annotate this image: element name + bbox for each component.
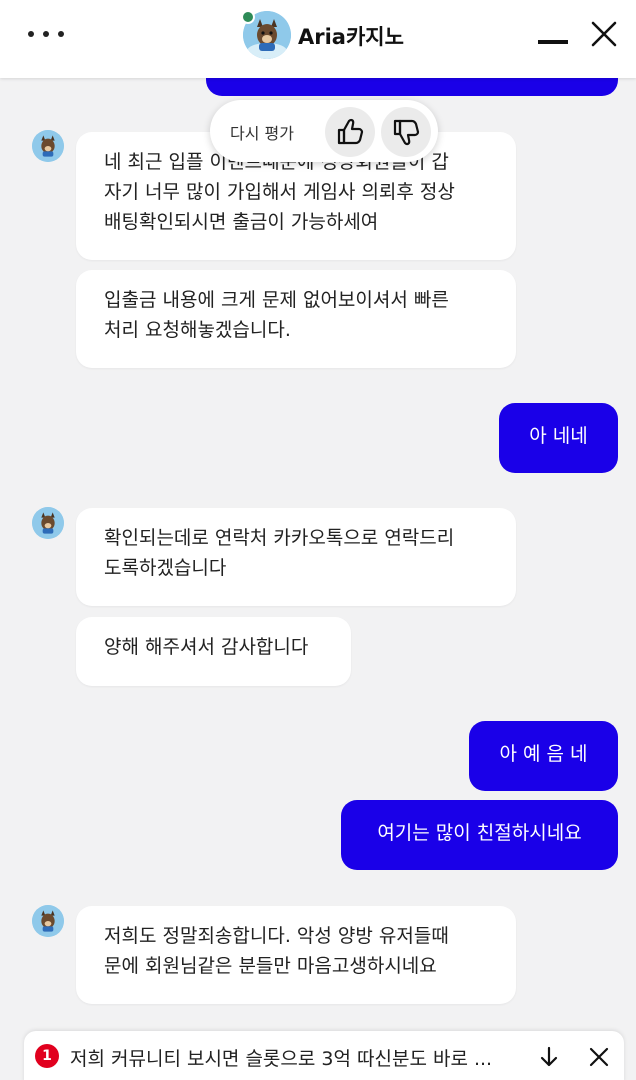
message-line: 확인되는데로 연락처 카카오톡으로 연락드리 xyxy=(104,527,455,549)
message-text: 아 네네 xyxy=(529,425,588,447)
bot-message-bubble: 확인되는데로 연락처 카카오톡으로 연락드리 도록하겠습니다 xyxy=(76,508,516,606)
more-dots-icon xyxy=(58,31,64,37)
bot-avatar xyxy=(32,905,64,937)
bot-message-bubble: 양해 해주셔서 감사합니다 xyxy=(76,617,351,686)
user-message-bubble: 여기는 많이 친절하시네요 xyxy=(341,800,618,870)
new-message-notification[interactable]: 1 저희 커뮤니티 보시면 슬롯으로 3억 따신분도 바로 ... xyxy=(24,1031,624,1080)
dog-mascot-icon xyxy=(32,905,64,937)
bot-avatar xyxy=(32,130,64,162)
arrow-down-icon xyxy=(540,1046,558,1067)
message-line: 도록하겠습니다 xyxy=(104,557,227,579)
close-button[interactable] xyxy=(590,20,618,48)
dog-mascot-icon xyxy=(32,507,64,539)
minimize-button[interactable] xyxy=(538,40,568,44)
chat-header: Aria카지노 xyxy=(0,0,636,78)
message-line: 처리 요청해놓겠습니다. xyxy=(104,319,291,341)
online-status-dot xyxy=(241,10,255,24)
rerate-label: 다시 평가 xyxy=(230,124,294,143)
bot-message-bubble: 저희도 정말죄송합니다. 악성 양방 유저들때 문에 회원님같은 분들만 마음고… xyxy=(76,906,516,1004)
message-text: 아 예 음 네 xyxy=(499,743,588,765)
unread-count-badge: 1 xyxy=(35,1044,59,1068)
scroll-down-button[interactable] xyxy=(536,1044,562,1070)
close-icon xyxy=(591,21,617,47)
message-line: 문에 회원님같은 분들만 마음고생하시네요 xyxy=(104,955,437,977)
bot-avatar xyxy=(32,507,64,539)
close-icon xyxy=(589,1047,609,1067)
more-dots-icon xyxy=(43,31,49,37)
message-line: 입출금 내용에 크게 문제 없어보이셔서 빠른 xyxy=(104,289,449,311)
more-options-button[interactable] xyxy=(26,28,66,42)
message-line: 저희도 정말죄송합니다. 악성 양방 유저들때 xyxy=(104,925,449,947)
dismiss-notification-button[interactable] xyxy=(587,1045,611,1069)
user-message-bubble: 아 네네 xyxy=(499,403,618,473)
notification-preview-text[interactable]: 저희 커뮤니티 보시면 슬롯으로 3억 따신분도 바로 ... xyxy=(70,1044,492,1071)
thumbs-up-icon xyxy=(337,118,364,145)
user-message-bubble: 아 예 음 네 xyxy=(469,721,618,791)
message-line: 배팅확인되시면 출금이 가능하세여 xyxy=(104,211,379,233)
bot-message-bubble: 입출금 내용에 크게 문제 없어보이셔서 빠른 처리 요청해놓겠습니다. xyxy=(76,270,516,368)
dislike-button[interactable] xyxy=(381,107,431,157)
rating-popup: 다시 평가 xyxy=(210,100,438,162)
like-button[interactable] xyxy=(325,107,375,157)
thumbs-down-icon xyxy=(393,119,420,146)
message-line: 양해 해주셔서 감사합니다 xyxy=(104,636,309,658)
message-text: 여기는 많이 친절하시네요 xyxy=(377,822,582,844)
chat-title: Aria카지노 xyxy=(298,25,404,49)
more-dots-icon xyxy=(28,31,34,37)
dog-mascot-icon xyxy=(32,130,64,162)
message-line: 자기 너무 많이 가입해서 게임사 의뢰후 정상 xyxy=(104,181,455,203)
